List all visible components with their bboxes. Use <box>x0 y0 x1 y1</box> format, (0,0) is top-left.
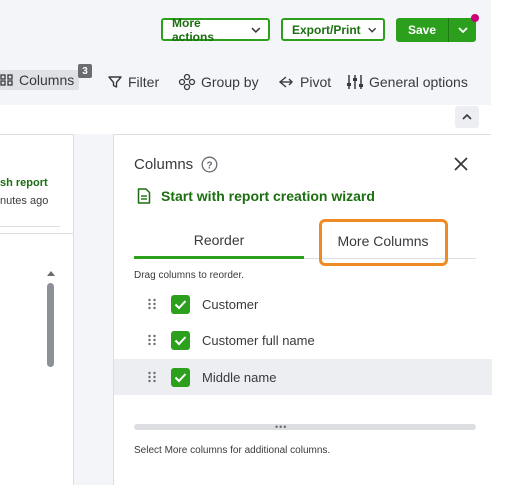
save-options-dropdown[interactable] <box>448 14 479 42</box>
general-options-toolbar-label: General options <box>369 74 468 90</box>
report-preview-panel: sh report nutes ago <box>0 134 74 485</box>
collapse-panel-button[interactable] <box>455 106 479 128</box>
column-list-item[interactable]: Customer full name <box>114 322 492 358</box>
export-print-button[interactable]: Export/Print <box>281 18 385 41</box>
group-by-toolbar-label: Group by <box>201 74 259 90</box>
column-list-item[interactable]: Customer <box>114 286 492 322</box>
columns-toolbar-label: Columns <box>19 72 75 88</box>
right-gutter <box>491 0 510 485</box>
drag-handle-icon[interactable] <box>147 334 157 346</box>
columns-icon <box>0 74 13 86</box>
chevron-up-icon <box>462 113 472 120</box>
group-by-toolbar-button[interactable]: Group by <box>178 72 259 92</box>
checkmark-icon <box>174 299 187 309</box>
filter-icon <box>108 76 122 88</box>
save-button[interactable]: Save <box>396 18 448 42</box>
columns-toolbar-button[interactable]: Columns 3 <box>0 64 92 90</box>
help-icon[interactable]: ? <box>201 156 218 173</box>
chevron-down-icon <box>251 26 261 33</box>
column-label: Customer full name <box>202 332 315 348</box>
checkmark-icon <box>174 335 187 345</box>
general-options-toolbar-button[interactable]: General options <box>346 72 468 92</box>
column-label: Middle name <box>202 369 277 385</box>
sliders-icon <box>347 75 363 89</box>
divider <box>0 233 74 234</box>
drag-handle-icon[interactable] <box>147 371 157 383</box>
last-refreshed-text: nutes ago <box>0 195 49 207</box>
notification-dot <box>471 14 479 22</box>
scrollbar-grip-icon[interactable]: ••• <box>275 423 287 432</box>
column-checkbox[interactable] <box>171 330 190 350</box>
tab-reorder[interactable]: Reorder <box>134 223 304 259</box>
export-print-label: Export/Print <box>292 22 361 37</box>
column-checkbox[interactable] <box>171 294 190 314</box>
report-wizard-label: Start with report creation wizard <box>161 188 375 204</box>
more-actions-button[interactable]: More actions <box>161 15 270 44</box>
refresh-report-link[interactable]: sh report <box>0 177 48 189</box>
drag-handle-icon[interactable] <box>147 298 157 310</box>
close-icon[interactable] <box>452 155 470 173</box>
columns-count-badge: 3 <box>78 64 92 78</box>
horizontal-scrollbar[interactable] <box>134 424 476 430</box>
column-label: Customer <box>202 296 259 312</box>
report-wizard-link[interactable]: Start with report creation wizard <box>137 188 375 204</box>
document-icon <box>137 188 151 204</box>
group-by-icon <box>178 73 196 91</box>
more-columns-note: Select More columns for additional colum… <box>134 445 331 456</box>
chevron-down-icon <box>457 27 468 34</box>
highlight-annotation <box>319 219 448 266</box>
checkmark-icon <box>174 372 187 382</box>
chevron-down-icon <box>367 27 376 33</box>
columns-panel-header: Columns ? <box>134 156 218 173</box>
filter-toolbar-button[interactable]: Filter <box>107 72 159 92</box>
columns-panel-title: Columns <box>134 156 194 173</box>
svg-text:?: ? <box>207 160 213 171</box>
pivot-icon <box>278 76 293 88</box>
filter-toolbar-label: Filter <box>128 74 160 90</box>
vertical-scrollbar-thumb[interactable] <box>47 283 54 367</box>
more-actions-label: More actions <box>172 15 215 44</box>
reorder-hint: Drag columns to reorder. <box>134 270 245 281</box>
scroll-up-arrow-icon[interactable] <box>46 269 56 277</box>
pivot-toolbar-label: Pivot <box>300 74 332 90</box>
save-button-group: Save <box>396 14 479 42</box>
column-checkbox[interactable] <box>171 367 190 387</box>
columns-panel: Columns ? Start with report creation wiz… <box>113 134 492 485</box>
panel-gap <box>74 134 113 485</box>
column-list-item[interactable]: Middle name <box>114 359 492 395</box>
pivot-toolbar-button[interactable]: Pivot <box>277 72 331 92</box>
report-toolbar: Columns 3 Filter Group by Pivot General … <box>0 64 491 100</box>
divider <box>0 226 60 227</box>
